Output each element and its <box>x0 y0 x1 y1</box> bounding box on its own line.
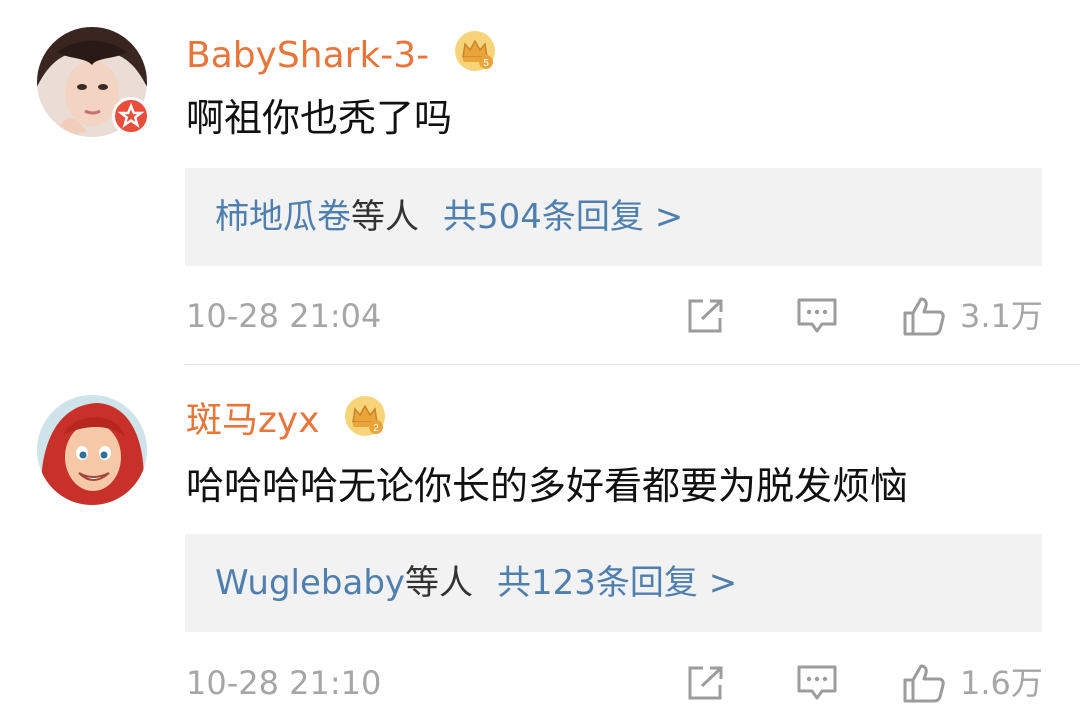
comment-text: 啊祖你也秃了吗 <box>186 96 453 140</box>
comment-text: 哈哈哈哈无论你长的多好看都要为脱发烦恼 <box>186 464 909 508</box>
thumbs-up-icon <box>903 664 945 703</box>
timestamp: 10-28 21:10 <box>186 664 382 702</box>
username-text[interactable]: BabyShark-3- <box>186 35 429 76</box>
username[interactable]: BabyShark-3- 5 <box>186 29 497 78</box>
verified-badge-icon <box>112 97 150 135</box>
username-text[interactable]: 斑马zyx <box>186 400 320 441</box>
timestamp: 10-28 21:04 <box>186 297 382 335</box>
comment-meta: 10-28 21:04 3.1万 <box>186 296 1043 336</box>
reply-users-suffix: 等人 <box>351 197 419 237</box>
reply-count-link[interactable]: 共123条回复 > <box>497 563 737 603</box>
svg-text:5: 5 <box>483 58 489 69</box>
share-button[interactable] <box>686 663 726 703</box>
comment-feed: BabyShark-3- 5 啊祖你也秃了吗 柿地瓜卷等人 共504条回复 > 1… <box>0 0 1080 722</box>
comment-icon <box>797 298 837 333</box>
comment-icon <box>797 665 837 700</box>
share-icon <box>688 299 723 333</box>
reply-summary-link[interactable]: 柿地瓜卷等人 共504条回复 > <box>185 168 1042 266</box>
like-count: 3.1万 <box>960 297 1043 335</box>
comment-item: 斑马zyx 2 哈哈哈哈无论你长的多好看都要为脱发烦恼 Wuglebaby等人共… <box>0 365 1080 722</box>
reply-users[interactable]: Wuglebaby <box>215 563 405 603</box>
reply-button[interactable] <box>796 663 838 703</box>
avatar[interactable] <box>37 395 147 505</box>
username[interactable]: 斑马zyx 2 <box>186 394 387 443</box>
share-icon <box>688 666 723 700</box>
avatar-image <box>37 395 147 505</box>
like-button[interactable]: 1.6万 <box>902 663 1043 703</box>
thumbs-up-icon <box>903 297 945 336</box>
reply-count-link[interactable]: 共504条回复 > <box>443 197 683 237</box>
comment-meta: 10-28 21:10 1.6万 <box>186 663 1043 703</box>
avatar[interactable] <box>37 27 150 137</box>
reply-button[interactable] <box>796 296 838 336</box>
like-count: 1.6万 <box>960 664 1043 702</box>
reply-summary-link[interactable]: Wuglebaby等人 共123条回复 > <box>185 534 1042 632</box>
share-button[interactable] <box>686 296 726 336</box>
like-button[interactable]: 3.1万 <box>902 296 1043 336</box>
crown-icon[interactable]: 5 <box>453 29 497 73</box>
reply-users[interactable]: 柿地瓜卷 <box>215 197 351 237</box>
crown-icon[interactable]: 2 <box>343 394 387 438</box>
reply-users-suffix: 等人 <box>405 563 474 603</box>
svg-text:2: 2 <box>373 423 379 434</box>
comment-item: BabyShark-3- 5 啊祖你也秃了吗 柿地瓜卷等人 共504条回复 > 1… <box>0 0 1080 364</box>
